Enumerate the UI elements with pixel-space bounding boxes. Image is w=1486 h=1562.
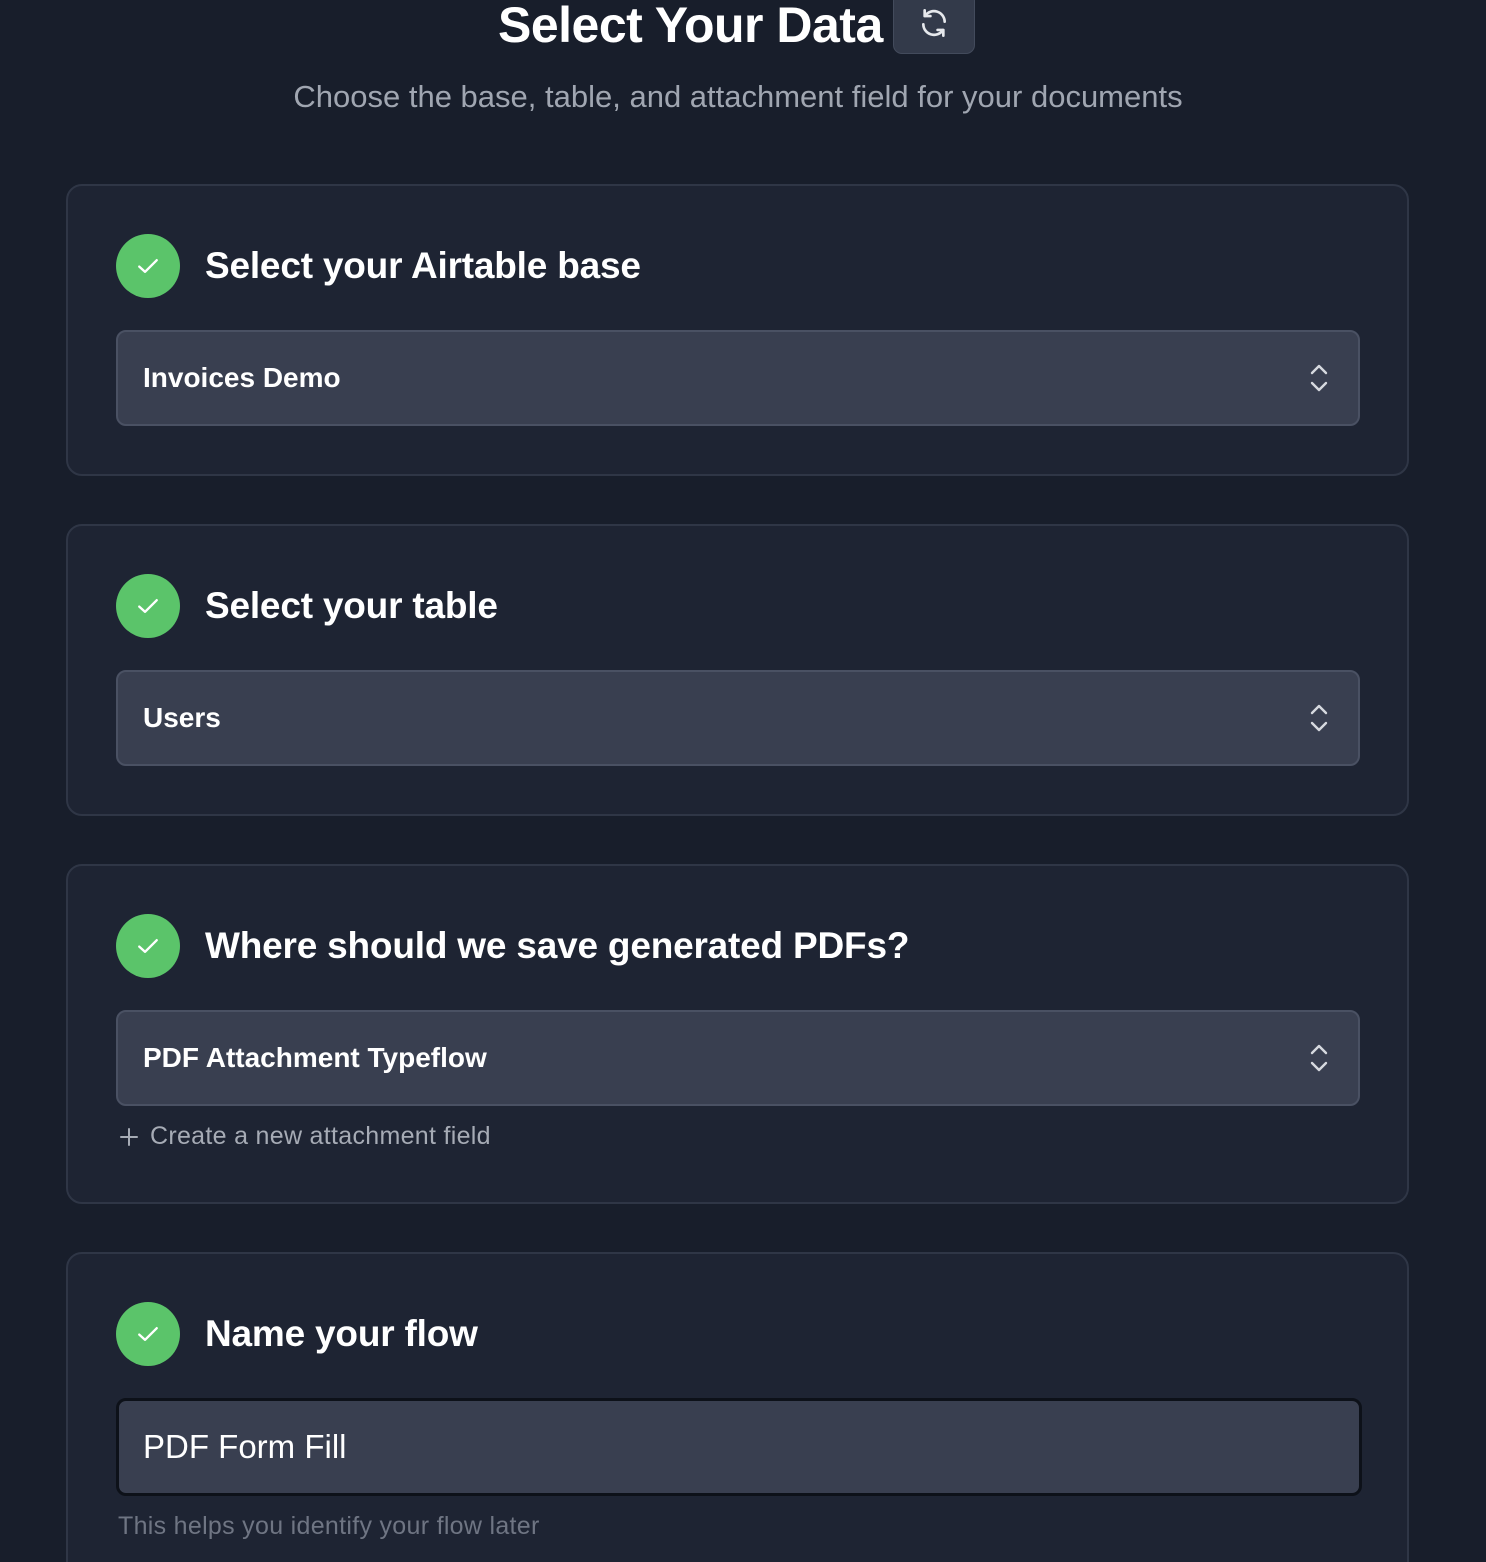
step-title: Where should we save generated PDFs?	[205, 925, 910, 966]
check-icon	[116, 574, 180, 638]
page-title: Select Your Data	[498, 0, 883, 53]
step-card-table: Select your table Users	[66, 524, 1409, 816]
base-select-value: Invoices Demo	[143, 362, 341, 393]
table-select-value: Users	[143, 702, 221, 733]
page-header: Select Your Data Choose the base, table,…	[0, 0, 1486, 160]
refresh-button[interactable]	[893, 0, 975, 54]
step-card-flow-name: Name your flow This helps you identify y…	[66, 1252, 1409, 1562]
plus-icon	[120, 1127, 138, 1146]
chevron-up-down-icon	[1310, 364, 1328, 392]
create-attachment-field-link[interactable]: Create a new attachment field	[118, 1122, 491, 1151]
step-title: Select your table	[205, 585, 498, 626]
step-header: Name your flow	[116, 1302, 478, 1366]
step-header: Select your table	[116, 574, 498, 638]
step-title: Name your flow	[205, 1313, 478, 1354]
create-link-label: Create a new attachment field	[150, 1122, 491, 1150]
step-header: Where should we save generated PDFs?	[116, 914, 909, 978]
step-header: Select your Airtable base	[116, 234, 641, 298]
page-subtitle: Choose the base, table, and attachment f…	[293, 79, 1183, 114]
check-icon	[116, 234, 180, 298]
table-select[interactable]: Users	[116, 670, 1360, 766]
chevron-up-down-icon	[1310, 1044, 1328, 1072]
attachment-field-select[interactable]: PDF Attachment Typeflow	[116, 1010, 1360, 1106]
attachment-select-value: PDF Attachment Typeflow	[143, 1042, 487, 1073]
select-data-page: Select Your Data Choose the base, table,…	[0, 0, 1486, 1562]
check-icon	[116, 914, 180, 978]
flow-name-helper: This helps you identify your flow later	[118, 1512, 540, 1540]
base-select[interactable]: Invoices Demo	[116, 330, 1360, 426]
refresh-icon	[922, 8, 946, 37]
flow-name-input[interactable]	[116, 1398, 1362, 1496]
check-icon	[116, 1302, 180, 1366]
step-card-attachment: Where should we save generated PDFs? PDF…	[66, 864, 1409, 1204]
step-title: Select your Airtable base	[205, 245, 641, 286]
step-card-base: Select your Airtable base Invoices Demo	[66, 184, 1409, 476]
chevron-up-down-icon	[1310, 704, 1328, 732]
